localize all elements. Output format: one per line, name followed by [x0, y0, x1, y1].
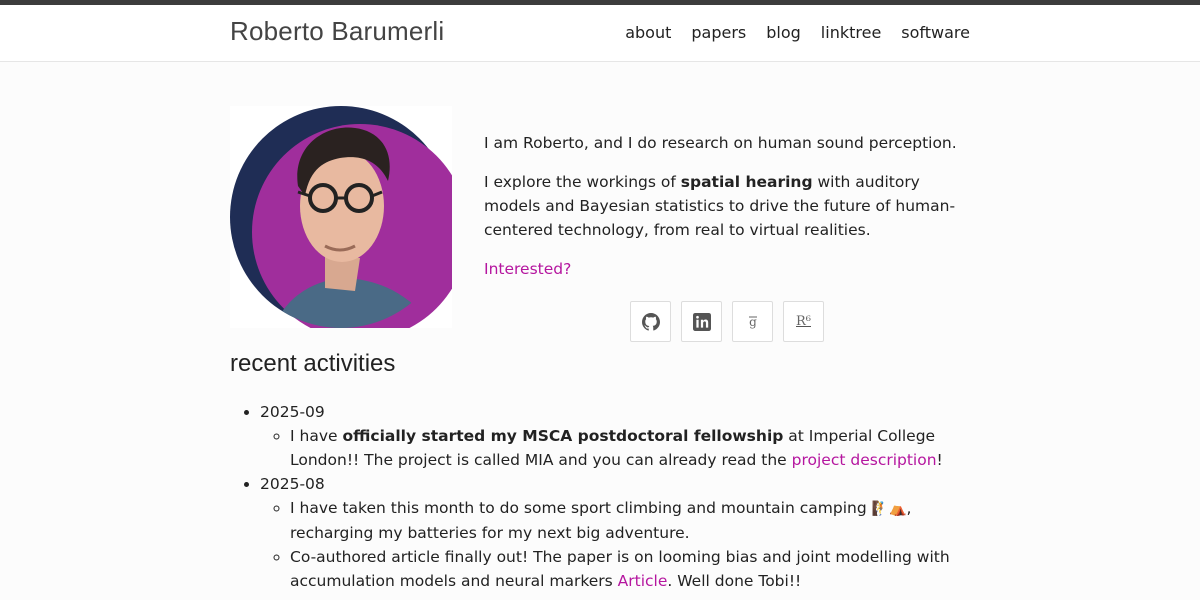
activities-list: 2025-09 I have officially started my MSC…	[230, 400, 975, 593]
project-description-link[interactable]: project description	[792, 451, 937, 469]
nav-software[interactable]: software	[901, 23, 970, 42]
main-nav: about papers blog linktree software	[625, 23, 970, 42]
linkedin-icon	[692, 312, 711, 331]
article-link[interactable]: Article	[618, 572, 668, 590]
activity-entry: I have officially started my MSCA postdo…	[290, 424, 975, 472]
social-links: g R⁶	[630, 301, 824, 342]
site-title[interactable]: Roberto Barumerli	[230, 16, 444, 47]
climbing-camping-emoji: 🧗⛺	[871, 501, 907, 517]
site-header: Roberto Barumerli about papers blog link…	[0, 5, 1200, 62]
researchgate-link[interactable]: R⁶	[783, 301, 824, 342]
bio-intro: I am Roberto, and I do research on human…	[484, 134, 957, 152]
bio-research: I explore the workings of spatial hearin…	[484, 173, 956, 239]
nav-linktree[interactable]: linktree	[821, 23, 881, 42]
activity-entry: Co-authored article finally out! The pap…	[290, 545, 975, 593]
interested-link[interactable]: Interested?	[484, 260, 571, 278]
nav-about[interactable]: about	[625, 23, 671, 42]
nav-papers[interactable]: papers	[691, 23, 746, 42]
github-icon	[641, 312, 660, 331]
nav-blog[interactable]: blog	[766, 23, 801, 42]
activities-heading: recent activities	[230, 350, 396, 377]
bio-section: I am Roberto, and I do research on human…	[484, 131, 974, 296]
google-scholar-icon: g	[748, 315, 757, 329]
researchgate-icon: R⁶	[796, 314, 811, 329]
scholar-link[interactable]: g	[732, 301, 773, 342]
activity-month: 2025-08 I have taken this month to do so…	[260, 472, 975, 593]
github-link[interactable]	[630, 301, 671, 342]
activity-month: 2025-09 I have officially started my MSC…	[260, 400, 975, 472]
linkedin-link[interactable]	[681, 301, 722, 342]
profile-avatar	[230, 106, 452, 328]
activity-entry: I have taken this month to do some sport…	[290, 496, 975, 545]
